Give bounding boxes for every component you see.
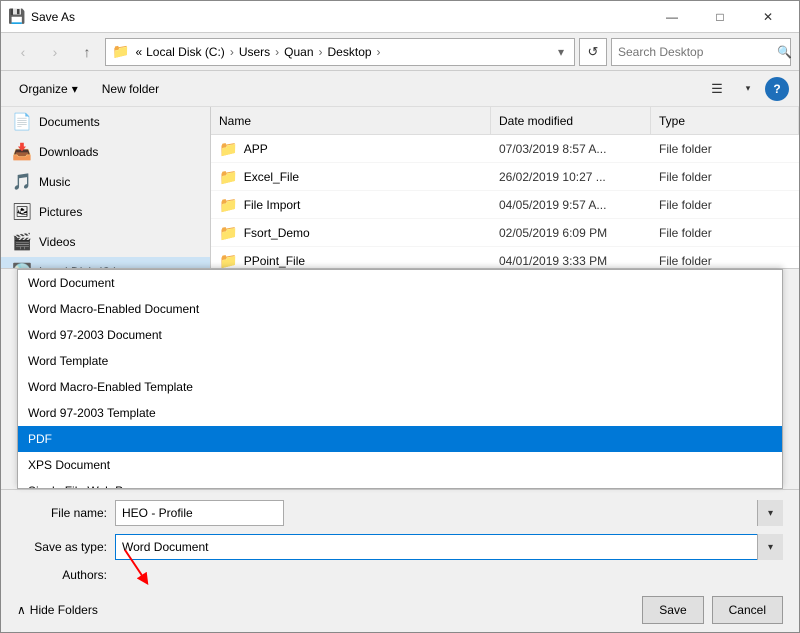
savetype-dropdown-list: Word Document Word Macro-Enabled Documen… [17, 269, 783, 489]
close-button[interactable]: ✕ [745, 1, 791, 33]
dropdown-item-xps[interactable]: XPS Document [18, 452, 782, 478]
save-button[interactable]: Save [642, 596, 703, 624]
breadcrumb-users: Users [239, 45, 270, 59]
file-list-header: Name Date modified Type [211, 107, 799, 135]
folder-icon: 📁 [219, 196, 238, 214]
file-list: Name Date modified Type 📁APP 07/03/2019 … [211, 107, 799, 268]
dropdown-item-word-template[interactable]: Word Template [18, 348, 782, 374]
dropdown-item-word-97-2003-template[interactable]: Word 97-2003 Template [18, 400, 782, 426]
view-button[interactable]: ☰ [703, 77, 731, 101]
sidebar-item-local-disk[interactable]: 💽 Local Disk (C:) [1, 257, 210, 268]
new-folder-label: New folder [102, 82, 159, 96]
dropdown-item-word-doc[interactable]: Word Document [18, 270, 782, 296]
music-icon: 🎵 [13, 173, 31, 191]
main-content: 📄 Documents 📥 Downloads 🎵 Music 🖼 Pictur… [1, 107, 799, 268]
table-row[interactable]: 📁PPoint_File 04/01/2019 3:33 PM File fol… [211, 247, 799, 268]
sidebar: 📄 Documents 📥 Downloads 🎵 Music 🖼 Pictur… [1, 107, 211, 268]
table-row[interactable]: 📁Fsort_Demo 02/05/2019 6:09 PM File fold… [211, 219, 799, 247]
savetype-display[interactable]: Word Document [115, 534, 783, 560]
organize-arrow: ▾ [72, 82, 78, 96]
hide-folders-button[interactable]: ∧ Hide Folders [17, 603, 98, 617]
filename-wrapper: ▾ [115, 500, 783, 526]
filename-row: File name: ▾ [17, 500, 783, 526]
filename-arrow: ▾ [757, 500, 783, 526]
view-dropdown-button[interactable]: ▾ [739, 77, 757, 101]
videos-icon: 🎬 [13, 233, 31, 251]
refresh-button[interactable]: ↺ [579, 38, 607, 66]
sidebar-item-music[interactable]: 🎵 Music [1, 167, 210, 197]
table-row[interactable]: 📁APP 07/03/2019 8:57 A... File folder [211, 135, 799, 163]
dropdown-item-pdf[interactable]: PDF [18, 426, 782, 452]
breadcrumb-segment-1: « [135, 45, 142, 59]
breadcrumb-folder-icon: 📁 [112, 43, 129, 60]
breadcrumb-dropdown-arrow[interactable]: ▾ [554, 45, 568, 59]
breadcrumb-local-disk: Local Disk (C:) [146, 45, 225, 59]
sidebar-label-downloads: Downloads [39, 145, 98, 159]
dialog-title: Save As [31, 10, 649, 24]
organize-label: Organize [19, 82, 68, 96]
red-arrow-annotation [85, 545, 165, 595]
bottom-area: Word Document Word Macro-Enabled Documen… [1, 268, 799, 632]
cancel-button[interactable]: Cancel [712, 596, 783, 624]
folder-icon: 📁 [219, 252, 238, 269]
dropdown-item-single-web[interactable]: Single File Web Page [18, 478, 782, 489]
dropdown-item-word-macro-template[interactable]: Word Macro-Enabled Template [18, 374, 782, 400]
savetype-wrapper[interactable]: Word Document ▾ [115, 534, 783, 560]
column-header-type[interactable]: Type [651, 107, 799, 134]
search-bar: 🔍 [611, 38, 791, 66]
sidebar-label-music: Music [39, 175, 70, 189]
dropdown-item-word-macro[interactable]: Word Macro-Enabled Document [18, 296, 782, 322]
dialog-icon: 💾 [9, 9, 25, 25]
table-row[interactable]: 📁File Import 04/05/2019 9:57 A... File f… [211, 191, 799, 219]
pictures-icon: 🖼 [13, 203, 31, 221]
sidebar-item-pictures[interactable]: 🖼 Pictures [1, 197, 210, 227]
help-button[interactable]: ? [765, 77, 789, 101]
hide-folders-label: Hide Folders [30, 603, 98, 617]
filename-input[interactable] [115, 500, 284, 526]
title-bar: 💾 Save As — □ ✕ [1, 1, 799, 33]
column-header-name[interactable]: Name [211, 107, 491, 134]
downloads-icon: 📥 [13, 143, 31, 161]
window-controls: — □ ✕ [649, 1, 791, 33]
breadcrumb[interactable]: 📁 « Local Disk (C:) › Users › Quan › Des… [105, 38, 575, 66]
sidebar-label-pictures: Pictures [39, 205, 82, 219]
minimize-button[interactable]: — [649, 1, 695, 33]
documents-icon: 📄 [13, 113, 31, 131]
maximize-button[interactable]: □ [697, 1, 743, 33]
breadcrumb-desktop: Desktop [328, 45, 372, 59]
sidebar-item-downloads[interactable]: 📥 Downloads [1, 137, 210, 167]
savetype-dropdown-area: Word Document Word Macro-Enabled Documen… [1, 269, 799, 489]
organize-button[interactable]: Organize ▾ [11, 77, 86, 101]
folder-icon: 📁 [219, 224, 238, 242]
bottom-buttons: ∧ Hide Folders Save Cancel [1, 590, 799, 632]
dropdown-item-word-97-2003[interactable]: Word 97-2003 Document [18, 322, 782, 348]
folder-icon: 📁 [219, 140, 238, 158]
save-as-dialog: 💾 Save As — □ ✕ ‹ › ↑ 📁 « Local Disk (C:… [0, 0, 800, 633]
new-folder-button[interactable]: New folder [94, 77, 167, 101]
folder-icon: 📁 [219, 168, 238, 186]
sidebar-label-documents: Documents [39, 115, 100, 129]
nav-bar: ‹ › ↑ 📁 « Local Disk (C:) › Users › Quan… [1, 33, 799, 71]
back-button[interactable]: ‹ [9, 38, 37, 66]
column-header-date[interactable]: Date modified [491, 107, 651, 134]
sidebar-item-documents[interactable]: 📄 Documents [1, 107, 210, 137]
hide-folders-arrow: ∧ [17, 603, 26, 617]
sidebar-label-videos: Videos [39, 235, 75, 249]
breadcrumb-quan: Quan [284, 45, 313, 59]
table-row[interactable]: 📁Excel_File 26/02/2019 10:27 ... File fo… [211, 163, 799, 191]
search-input[interactable] [618, 45, 773, 59]
authors-row: Authors: [17, 568, 783, 582]
sidebar-item-videos[interactable]: 🎬 Videos [1, 227, 210, 257]
bottom-form: File name: ▾ Save as type: Word Document… [1, 489, 799, 582]
forward-button[interactable]: › [41, 38, 69, 66]
toolbar: Organize ▾ New folder ☰ ▾ ? [1, 71, 799, 107]
up-button[interactable]: ↑ [73, 38, 101, 66]
search-icon: 🔍 [777, 45, 792, 59]
filename-label: File name: [17, 506, 107, 520]
